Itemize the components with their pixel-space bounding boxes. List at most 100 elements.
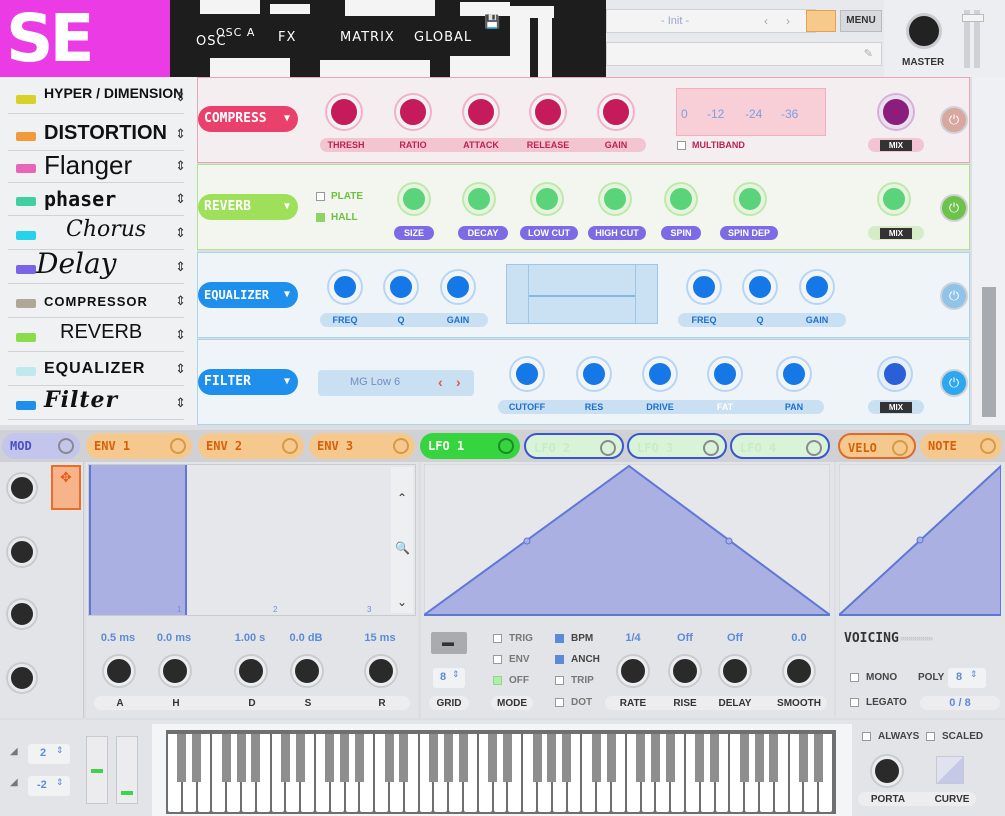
- multiband-checkbox[interactable]: [677, 141, 686, 150]
- lfo-load-button[interactable]: ▬: [431, 632, 467, 654]
- high-cut-knob[interactable]: [600, 184, 630, 214]
- eq-high-shelf[interactable]: [635, 265, 657, 323]
- piano-black-key[interactable]: [354, 734, 364, 782]
- tab-lfo1[interactable]: LFO 1: [420, 433, 520, 459]
- fat-knob[interactable]: [709, 358, 741, 390]
- zoom-down-icon[interactable]: ⌄: [397, 595, 407, 609]
- reorder-icon[interactable]: ⇕: [175, 361, 186, 377]
- reorder-icon[interactable]: ⇕: [175, 293, 186, 309]
- reorder-icon[interactable]: ⇕: [175, 191, 186, 207]
- tab-env1[interactable]: ENV 1: [86, 433, 192, 459]
- tab-env2[interactable]: ENV 2: [198, 433, 304, 459]
- pitch-wheel[interactable]: [86, 736, 108, 804]
- reverb-select[interactable]: REVERB ▼: [198, 194, 298, 220]
- off-checkbox[interactable]: [493, 676, 502, 685]
- fx-scrollbar-thumb[interactable]: [982, 287, 996, 417]
- save-icon[interactable]: 💾: [484, 14, 500, 30]
- stepper-arrows-icon[interactable]: ⇕: [452, 669, 460, 680]
- reverb-mix-knob[interactable]: [879, 184, 909, 214]
- eq-display[interactable]: [506, 264, 658, 324]
- next-filter-icon[interactable]: ›: [456, 374, 461, 390]
- compress-mix-knob[interactable]: [879, 95, 913, 129]
- octave-up-stepper[interactable]: 2 ⇕: [28, 744, 70, 764]
- tab-velo[interactable]: VELO: [838, 433, 916, 459]
- tab-note[interactable]: NOTE: [920, 433, 1002, 459]
- piano-black-key[interactable]: [798, 734, 808, 782]
- lfo-delay-knob[interactable]: [720, 656, 750, 686]
- fx-item-flanger[interactable]: Flanger ⇕: [8, 150, 186, 183]
- equalizer-select[interactable]: EQUALIZER ▼: [198, 282, 298, 308]
- reorder-icon[interactable]: ⇕: [175, 225, 186, 241]
- hall-checkbox[interactable]: [316, 213, 325, 222]
- piano-black-key[interactable]: [547, 734, 557, 782]
- env-sustain-knob[interactable]: [292, 656, 322, 686]
- tab-osc-a[interactable]: OSC A: [216, 26, 255, 39]
- piano-black-key[interactable]: [443, 734, 453, 782]
- piano-black-key[interactable]: [591, 734, 601, 782]
- env-checkbox[interactable]: [493, 655, 502, 664]
- grid-stepper[interactable]: 8 ⇕: [433, 668, 465, 688]
- lfo-smooth-knob[interactable]: [784, 656, 814, 686]
- piano-black-key[interactable]: [295, 734, 305, 782]
- mod-amount-knob[interactable]: [8, 474, 36, 502]
- tab-lfo4[interactable]: LFO 4: [730, 433, 830, 459]
- next-preset-icon[interactable]: ›: [786, 14, 790, 28]
- piano-black-key[interactable]: [532, 734, 542, 782]
- prev-filter-icon[interactable]: ‹: [438, 374, 443, 390]
- tab-lfo2[interactable]: LFO 2: [524, 433, 624, 459]
- piano-black-key[interactable]: [650, 734, 660, 782]
- thresh-knob[interactable]: [327, 95, 361, 129]
- prev-preset-icon[interactable]: ‹: [764, 14, 768, 28]
- mod-amount-knob[interactable]: [8, 538, 36, 566]
- reorder-icon[interactable]: ⇕: [175, 327, 186, 343]
- piano-black-key[interactable]: [399, 734, 409, 782]
- reorder-icon[interactable]: ⇕: [175, 158, 186, 174]
- piano-black-key[interactable]: [280, 734, 290, 782]
- piano-black-key[interactable]: [340, 734, 350, 782]
- piano-black-key[interactable]: [384, 734, 394, 782]
- fx-item-chorus[interactable]: Chorus ⇕: [8, 217, 186, 250]
- spin-depth-knob[interactable]: [735, 184, 765, 214]
- res-knob[interactable]: [578, 358, 610, 390]
- edit-icon[interactable]: ✎: [864, 47, 873, 60]
- tab-lfo3[interactable]: LFO 3: [627, 433, 727, 459]
- mono-checkbox[interactable]: [850, 673, 859, 682]
- eq-right-gain-knob[interactable]: [801, 271, 833, 303]
- stepper-arrows-icon[interactable]: ⇕: [970, 669, 978, 680]
- size-knob[interactable]: [399, 184, 429, 214]
- filter-type-selector[interactable]: MG Low 6 ‹ ›: [318, 370, 474, 396]
- eq-left-freq-knob[interactable]: [329, 271, 361, 303]
- velocity-graph[interactable]: [839, 464, 1001, 616]
- eq-left-q-knob[interactable]: [385, 271, 417, 303]
- trig-checkbox[interactable]: [493, 634, 502, 643]
- octave-down-stepper[interactable]: -2 ⇕: [28, 776, 70, 796]
- stepper-arrows-icon[interactable]: ⇕: [56, 777, 64, 788]
- curve-display[interactable]: [936, 756, 964, 784]
- piano-black-key[interactable]: [325, 734, 335, 782]
- mod-amount-knob[interactable]: [8, 664, 36, 692]
- porta-knob[interactable]: [872, 756, 902, 786]
- equalizer-power-button[interactable]: ⏻: [940, 282, 968, 310]
- ratio-knob[interactable]: [396, 95, 430, 129]
- piano-black-key[interactable]: [428, 734, 438, 782]
- anch-checkbox[interactable]: [555, 655, 564, 664]
- filter-select[interactable]: FILTER ▼: [198, 369, 298, 395]
- plate-checkbox[interactable]: [316, 192, 325, 201]
- reorder-icon[interactable]: ⇕: [175, 259, 186, 275]
- reorder-icon[interactable]: ⇕: [175, 89, 186, 105]
- fx-item-phaser[interactable]: phaser ⇕: [8, 183, 186, 216]
- trip-checkbox[interactable]: [555, 676, 564, 685]
- poly-stepper[interactable]: 8 ⇕: [948, 668, 986, 688]
- low-cut-knob[interactable]: [532, 184, 562, 214]
- fx-item-distortion[interactable]: DISTORTION ⇕: [8, 118, 186, 151]
- tab-matrix[interactable]: MATRIX: [340, 30, 395, 45]
- preset-info-field[interactable]: ✎: [606, 42, 882, 66]
- decay-knob[interactable]: [464, 184, 494, 214]
- reverb-power-button[interactable]: ⏻: [940, 194, 968, 222]
- release-knob[interactable]: [531, 95, 565, 129]
- env-hold-knob[interactable]: [160, 656, 190, 686]
- envelope-graph[interactable]: 1 2 3 ⌃ 🔍 ⌄: [88, 464, 416, 616]
- reorder-icon[interactable]: ⇕: [175, 395, 186, 411]
- envelope-shape[interactable]: [89, 465, 187, 615]
- compress-power-button[interactable]: ⏻: [940, 106, 968, 134]
